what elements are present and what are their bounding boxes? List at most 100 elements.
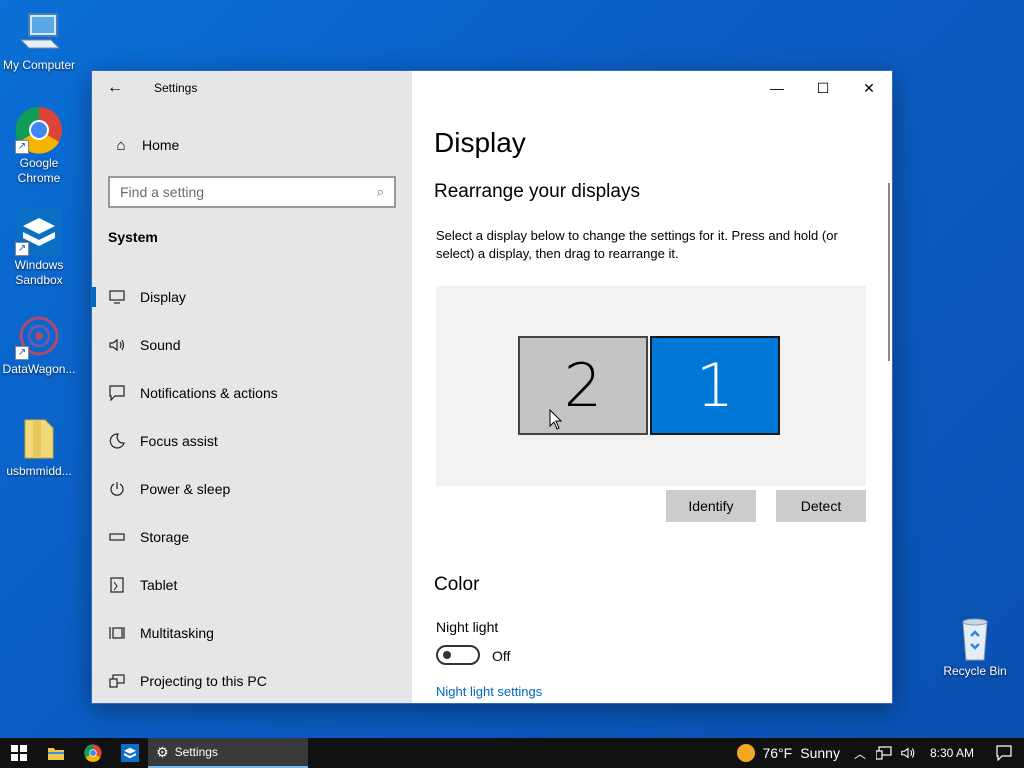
sandbox-icon [120,744,139,762]
desktop-icon-chrome[interactable]: ↗ Google Chrome [0,106,78,186]
night-light-state: Off [492,648,511,664]
sidebar-item-notifications[interactable]: Notifications & actions [92,369,412,417]
sidebar-item-label: Multitasking [140,625,214,641]
network-button[interactable] [872,738,896,768]
volume-button[interactable] [896,738,920,768]
notification-icon [996,745,1012,761]
desktop-icon-windows-sandbox[interactable]: ↗ Windows Sandbox [0,208,78,288]
night-light-toggle[interactable] [436,645,480,665]
color-heading: Color [434,574,480,595]
sidebar-item-sound[interactable]: Sound [92,321,412,369]
chrome-icon [83,744,102,762]
rearrange-heading: Rearrange your displays [434,181,640,202]
sandbox-icon: ↗ [15,208,63,256]
desktop-icon-datawagon[interactable]: ↗ DataWagon... [0,312,78,377]
shortcut-arrow-icon: ↗ [15,346,29,360]
mouse-cursor-icon [549,409,563,430]
window-title: Settings [154,81,198,95]
desktop-icon-label: usbmmidd... [6,464,72,478]
night-light-label: Night light [436,619,499,635]
computer-icon [15,8,63,56]
sidebar-item-label: Sound [140,337,181,353]
sidebar-item-storage[interactable]: Storage [92,513,412,561]
system-tray: 76°F Sunny ︿ 8:30 AM [729,738,1024,768]
section-label: System [108,229,158,245]
main-content: Display Rearrange your displays Select a… [412,71,892,703]
start-button[interactable] [0,738,37,768]
sidebar-item-label: Home [142,137,180,153]
action-center-button[interactable] [984,738,1024,768]
weather-widget[interactable]: 76°F Sunny [729,738,848,768]
search-input[interactable] [120,184,377,200]
back-arrow-icon: ← [107,79,123,96]
sidebar-item-multitasking[interactable]: Multitasking [92,609,412,657]
detect-button[interactable]: Detect [776,490,866,522]
volume-icon [901,747,915,759]
taskbar-file-explorer[interactable] [37,738,74,768]
weather-temp: 76°F [762,745,793,761]
sidebar-item-label: Power & sleep [140,481,231,497]
sidebar-item-home[interactable]: ⌂ Home [92,131,412,159]
folder-icon [15,414,63,462]
sidebar-item-label: Display [140,289,186,305]
sidebar-item-power-sleep[interactable]: Power & sleep [92,465,412,513]
sidebar-item-focus-assist[interactable]: Focus assist [92,417,412,465]
desktop-icon-label: DataWagon... [2,362,76,376]
chrome-icon: ↗ [15,106,63,154]
desktop-icon-label: Google Chrome [17,156,61,185]
notification-icon [108,384,126,402]
identify-button[interactable]: Identify [666,490,756,522]
title-bar: ← Settings [92,71,412,105]
sidebar-item-projecting[interactable]: Projecting to this PC [92,657,412,703]
sidebar-nav: Display Sound Notifications & actions Fo… [92,273,412,703]
desktop-icon-usbmmidd[interactable]: usbmmidd... [0,414,78,479]
weather-desc: Sunny [800,745,840,761]
search-icon[interactable]: ⌕ [377,184,384,200]
tablet-icon [108,576,126,594]
sidebar-item-label: Tablet [140,577,178,593]
sidebar-item-label: Storage [140,529,190,545]
rearrange-description: Select a display below to change the set… [436,228,838,261]
sidebar-item-label: Focus assist [140,433,218,449]
scrollbar[interactable] [888,183,890,361]
search-box: ⌕ [108,176,396,208]
storage-icon [108,528,126,546]
taskbar: ⚙ Settings 76°F Sunny ︿ 8:30 AM [0,738,1024,768]
taskbar-settings-app[interactable]: ⚙ Settings [148,738,308,768]
sidebar: ← Settings ⌂ Home ⌕ System Display Sound [92,71,412,703]
taskbar-sandbox[interactable] [111,738,148,768]
gear-icon: ⚙ [156,743,169,760]
sidebar-item-label: Projecting to this PC [140,673,267,689]
night-light-settings-link[interactable]: Night light settings [436,684,542,699]
desktop-icon-label: Windows Sandbox [14,258,64,287]
display-arrangement-area: 2 1 [436,286,866,486]
taskbar-app-label: Settings [174,745,218,759]
monitor-2[interactable]: 2 [518,336,648,435]
page-title: Display [434,127,526,158]
desktop-icon-recycle-bin[interactable]: Recycle Bin [936,614,1014,679]
multitasking-icon [108,624,126,642]
sidebar-item-display[interactable]: Display [92,273,412,321]
monitor-1[interactable]: 1 [650,336,780,435]
home-icon: ⌂ [116,136,126,154]
power-icon [108,480,126,498]
datawagon-icon: ↗ [15,312,63,360]
windows-logo-icon [10,745,27,761]
file-explorer-icon [47,748,64,760]
monitor-number: 1 [695,350,735,421]
shortcut-arrow-icon: ↗ [15,242,29,256]
recycle-bin-icon [951,614,999,662]
desktop-icon-label: My Computer [2,58,76,72]
desktop-icon-my-computer[interactable]: My Computer [0,8,78,73]
clock[interactable]: 8:30 AM [920,738,984,768]
show-hidden-icons-button[interactable]: ︿ [848,738,872,768]
monitor-number: 2 [563,350,603,421]
sidebar-item-tablet[interactable]: Tablet [92,561,412,609]
taskbar-chrome[interactable] [74,738,111,768]
monitor-icon [108,288,126,306]
sidebar-item-label: Notifications & actions [140,385,278,401]
back-button[interactable]: ← [92,71,138,105]
sun-icon [736,744,755,762]
settings-window: ← Settings ⌂ Home ⌕ System Display Sound [91,70,893,704]
chevron-up-icon: ︿ [853,746,866,761]
